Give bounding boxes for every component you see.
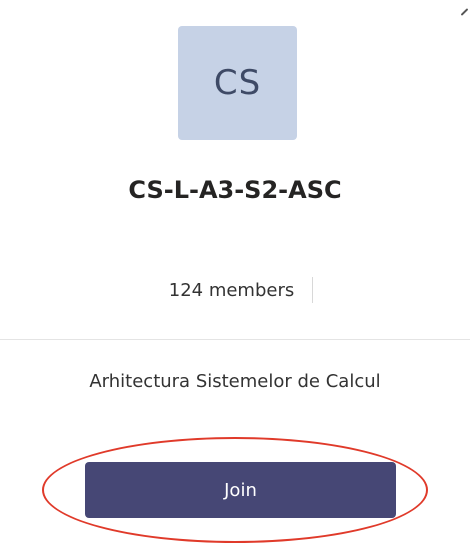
team-name: CS-L-A3-S2-ASC xyxy=(128,176,342,204)
team-avatar: CS xyxy=(178,26,297,140)
team-avatar-initials: CS xyxy=(213,63,262,103)
section-divider xyxy=(0,339,470,340)
corner-mark-icon xyxy=(460,8,469,16)
join-button[interactable]: Join xyxy=(85,462,396,518)
members-row: 124 members xyxy=(0,275,470,305)
member-count: 124 members xyxy=(168,279,295,301)
team-preview-card: CS CS-L-A3-S2-ASC 124 members Arhitectur… xyxy=(0,0,470,551)
team-description: Arhitectura Sistemelor de Calcul xyxy=(89,371,381,392)
members-separator xyxy=(312,277,314,303)
